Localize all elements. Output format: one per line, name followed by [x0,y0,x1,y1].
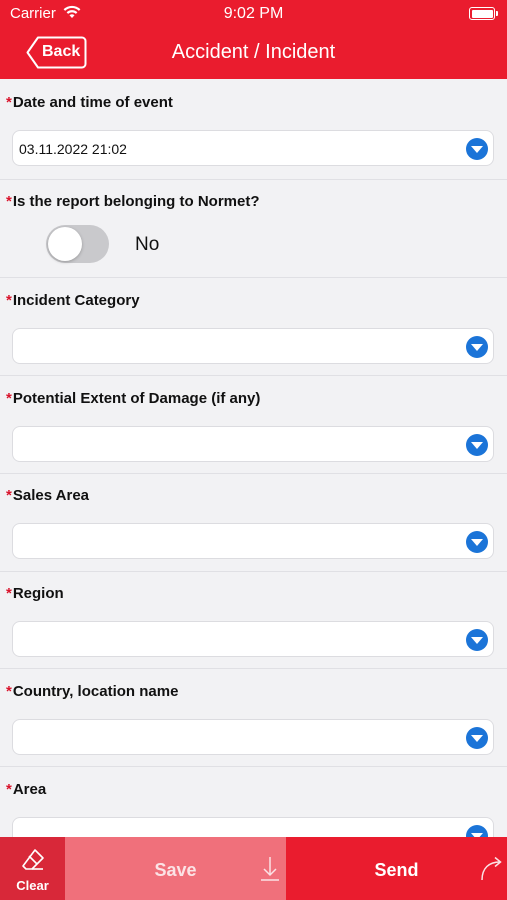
required-marker: * [6,781,12,798]
chevron-down-icon [466,138,488,160]
page-title: Accident / Incident [171,41,336,63]
required-marker: * [6,487,12,504]
sales-area-dropdown[interactable] [12,523,494,559]
divider [0,766,507,767]
damage-extent-dropdown[interactable] [12,426,494,462]
eraser-icon [22,849,44,870]
download-arrow-icon [261,857,279,881]
divider [0,473,507,474]
normet-toggle-value: No [135,234,160,255]
sales-area-label: *Sales Area [6,487,90,504]
bottom-toolbar: Clear Save Send [0,837,507,900]
battery-icon [469,7,498,20]
divider [0,277,507,278]
required-marker: * [6,390,12,407]
required-marker: * [6,585,12,602]
region-dropdown[interactable] [12,621,494,657]
region-label: *Region [6,585,64,602]
chevron-down-icon [466,727,488,749]
send-button[interactable]: Send [286,837,507,900]
divider [0,571,507,572]
chevron-down-icon [466,434,488,456]
country-location-dropdown[interactable] [12,719,494,755]
chevron-down-icon [466,336,488,358]
divider [0,179,507,180]
curved-arrow-icon [481,856,502,881]
status-bar: Carrier 9:02 PM [0,0,507,28]
date-time-label: *Date and time of event [6,94,173,111]
required-marker: * [6,193,12,210]
save-button-label: Save [154,860,197,880]
app-header: Carrier 9:02 PM Back Accident / Incident [0,0,507,79]
status-time: 9:02 PM [223,5,284,22]
required-marker: * [6,292,12,309]
incident-form: *Date and time of event 03.11.2022 21:02… [0,79,507,837]
clear-button[interactable]: Clear [0,837,65,900]
date-time-dropdown[interactable]: 03.11.2022 21:02 [12,130,494,166]
normet-label: *Is the report belonging to Normet? [6,193,260,210]
normet-toggle[interactable] [46,225,109,263]
required-marker: * [6,683,12,700]
chevron-down-icon [466,629,488,651]
divider [0,375,507,376]
area-label: *Area [6,781,47,798]
divider [0,668,507,669]
chevron-down-icon [466,531,488,553]
area-dropdown[interactable] [12,817,494,837]
damage-extent-label: *Potential Extent of Damage (if any) [6,390,261,407]
incident-category-label: *Incident Category [6,292,140,309]
required-marker: * [6,94,12,111]
toggle-knob [48,227,82,261]
clear-button-label: Clear [16,878,49,893]
incident-category-dropdown[interactable] [12,328,494,364]
save-button[interactable]: Save [65,837,286,900]
date-time-value: 03.11.2022 21:02 [19,141,127,157]
send-button-label: Send [374,860,419,880]
country-location-label: *Country, location name [6,683,179,700]
chevron-down-icon [466,825,488,837]
